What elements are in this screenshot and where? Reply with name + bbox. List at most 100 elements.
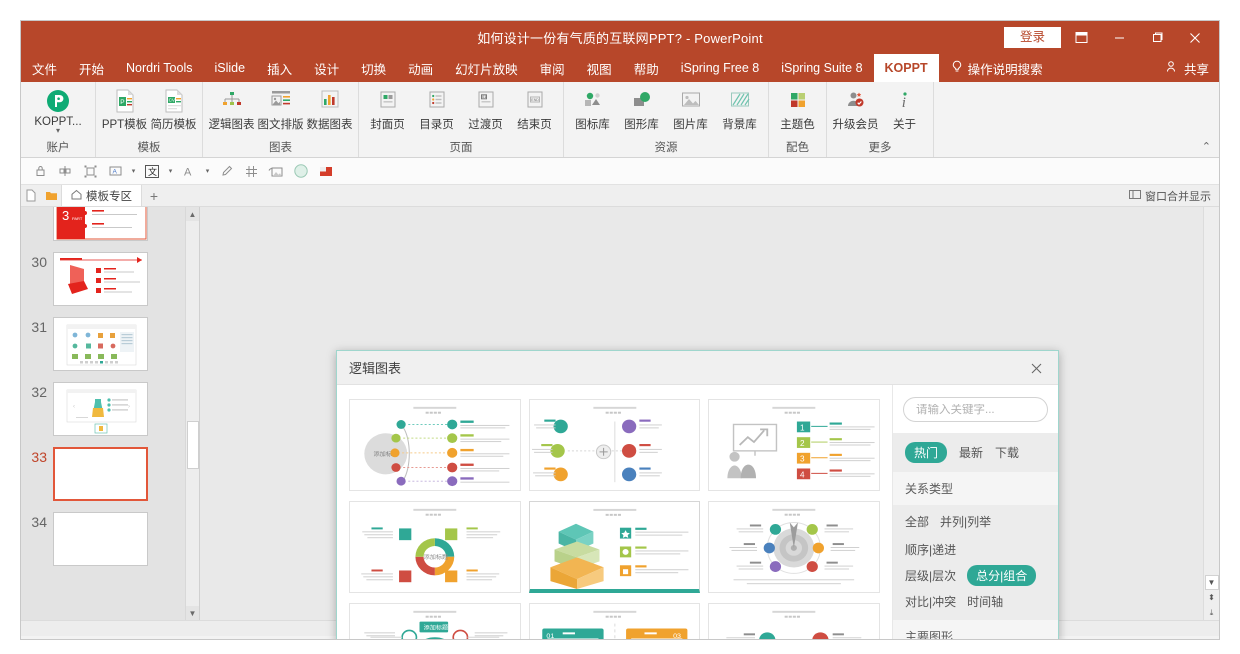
slide-thumbnail[interactable] [53, 317, 148, 371]
lock-icon[interactable] [29, 161, 51, 182]
new-tab-button[interactable]: + [142, 185, 166, 206]
tab-file[interactable]: 文件 [21, 54, 68, 82]
slide-thumbnail-item[interactable]: 32 ‹ › [21, 380, 199, 436]
section-page-button[interactable]: 01 过渡页 [461, 85, 510, 132]
data-chart-button[interactable]: 数据图表 [305, 85, 354, 132]
document-tab-template-zone[interactable]: 模板专区 [61, 185, 142, 206]
picture-library-button[interactable]: 图片库 [666, 85, 715, 132]
tab-ispring-free-8[interactable]: iSpring Free 8 [670, 54, 771, 82]
template-card-branch-nodes[interactable]: 添加标题 [349, 399, 521, 491]
color-fill-icon[interactable] [315, 161, 337, 182]
logic-chart-button[interactable]: 逻辑图表 [207, 85, 256, 132]
close-icon[interactable] [1022, 351, 1050, 385]
slide-thumbnail-item[interactable]: 3 PART [21, 207, 199, 241]
share-button[interactable]: 共享 [1166, 54, 1209, 82]
tab-help[interactable]: 帮助 [623, 54, 670, 82]
previous-slide-icon[interactable]: ⬍ [1205, 590, 1219, 605]
template-card-four-quadrant[interactable]: 01 03 02 [528, 603, 701, 639]
scroll-down-icon[interactable]: ▼ [1204, 575, 1219, 590]
tab-view[interactable]: 视图 [576, 54, 623, 82]
maximize-icon[interactable] [1139, 23, 1175, 53]
tab-design[interactable]: 设计 [303, 54, 350, 82]
sort-chip-downloads[interactable]: 下载 [995, 444, 1019, 461]
slide-thumbnail-pane[interactable]: 3 PART 30 31 32 ‹ › 33 34 ▲ ▼ [21, 207, 200, 620]
font-size-icon[interactable]: A [178, 161, 200, 182]
filter-chip-parallel-list[interactable]: 并列|列举 [940, 513, 991, 530]
template-card-monitor-circles[interactable] [708, 603, 880, 639]
template-card-globe-hexes[interactable]: 添加标题 [349, 603, 521, 639]
template-card-stacked-blocks-selected[interactable] [528, 501, 701, 593]
filter-chip-all[interactable]: 全部 [905, 513, 929, 530]
tab-transitions[interactable]: 切换 [350, 54, 397, 82]
tab-koppt[interactable]: KOPPT [873, 54, 939, 82]
tab-ispring-suite-8[interactable]: iSpring Suite 8 [770, 54, 873, 82]
search-box[interactable] [903, 397, 1058, 422]
crop-selection-icon[interactable] [79, 161, 101, 182]
minimize-icon[interactable] [1101, 23, 1137, 53]
icon-library-button[interactable]: 图标库 [568, 85, 617, 132]
thumbnail-scrollbar[interactable]: ▲ ▼ [185, 207, 199, 620]
font-change-icon[interactable]: 文 [141, 161, 163, 182]
tab-slideshow[interactable]: 幻灯片放映 [444, 54, 529, 82]
filter-chip-sequence-progression[interactable]: 顺序|递进 [905, 541, 956, 558]
template-card-two-column-circles[interactable] [528, 399, 701, 491]
slide-thumbnail[interactable] [53, 512, 148, 566]
scrollbar-thumb[interactable] [187, 421, 199, 469]
eyedropper-icon[interactable] [215, 161, 237, 182]
toc-page-button[interactable]: 目录页 [412, 85, 461, 132]
tell-me-search[interactable]: 操作说明搜索 [939, 54, 1055, 82]
cover-page-button[interactable]: 封面页 [363, 85, 412, 132]
template-card-donut-four[interactable]: 添加标题 [349, 501, 521, 593]
align-icon[interactable] [54, 161, 76, 182]
filter-chip-contrast-conflict[interactable]: 对比|冲突 [905, 593, 956, 610]
slide-thumbnail-item[interactable]: 34 [21, 510, 199, 566]
slide-thumbnail-selected[interactable] [53, 447, 148, 501]
template-card-target-circle[interactable] [708, 501, 880, 593]
tab-home[interactable]: 开始 [68, 54, 115, 82]
sort-chip-hot[interactable]: 热门 [905, 442, 948, 463]
image-swap-icon[interactable] [265, 161, 287, 182]
tab-review[interactable]: 审阅 [529, 54, 576, 82]
template-card-presenter-steps[interactable]: 1 2 3 4 [708, 399, 880, 491]
ppt-template-button[interactable]: P PPT模板 [100, 85, 149, 132]
filter-chip-hierarchy[interactable]: 层级|层次 [905, 567, 956, 584]
next-slide-icon[interactable]: ⤓ [1205, 605, 1219, 620]
text-box-icon[interactable]: A [104, 161, 126, 182]
open-folder-icon[interactable] [41, 185, 61, 206]
merge-shapes-icon[interactable] [240, 161, 262, 182]
circle-shape-icon[interactable] [290, 161, 312, 182]
collapse-ribbon-icon[interactable]: ⌃ [1202, 140, 1211, 153]
ribbon-display-options-icon[interactable] [1063, 23, 1099, 53]
chevron-down-icon[interactable]: ▾ [56, 127, 60, 135]
slide-thumbnail[interactable]: 3 PART [53, 207, 148, 241]
resume-template-button[interactable]: CV 简历模板 [149, 85, 198, 132]
slide-thumbnail[interactable] [53, 252, 148, 306]
sort-chip-newest[interactable]: 最新 [959, 444, 983, 461]
slide-scroll-rail[interactable]: ▼ ⬍ ⤓ [1203, 207, 1219, 620]
shape-library-button[interactable]: 图形库 [617, 85, 666, 132]
slide-thumbnail-item[interactable]: 31 [21, 315, 199, 371]
scroll-up-icon[interactable]: ▲ [186, 207, 199, 221]
filter-chip-whole-part-combination[interactable]: 总分|组合 [967, 565, 1037, 586]
tab-islide[interactable]: iSlide [204, 54, 257, 82]
scroll-down-icon[interactable]: ▼ [186, 606, 199, 620]
slide-thumbnail[interactable]: ‹ › [53, 382, 148, 436]
chevron-down-icon[interactable]: ▾ [129, 167, 138, 175]
tab-nordri-tools[interactable]: Nordri Tools [115, 54, 203, 82]
slide-thumbnail-item[interactable]: 30 [21, 250, 199, 306]
theme-color-button[interactable]: 主题色 [773, 85, 822, 132]
new-file-icon[interactable] [21, 185, 41, 206]
search-input[interactable] [916, 403, 1058, 416]
koppt-account-button[interactable]: KOPPT... ▾ [25, 85, 91, 135]
slide-thumbnail-item-current[interactable]: 33 [21, 445, 199, 501]
chevron-down-icon[interactable]: ▾ [166, 167, 175, 175]
tab-animations[interactable]: 动画 [397, 54, 444, 82]
upgrade-member-button[interactable]: 升级会员 [831, 85, 880, 132]
close-icon[interactable] [1177, 23, 1213, 53]
tab-insert[interactable]: 插入 [256, 54, 303, 82]
background-library-button[interactable]: 背景库 [715, 85, 764, 132]
image-text-layout-button[interactable]: 图文排版 [256, 85, 305, 132]
end-page-button[interactable]: END 结束页 [510, 85, 559, 132]
chevron-down-icon[interactable]: ▾ [203, 167, 212, 175]
sign-in-button[interactable]: 登录 [1003, 27, 1061, 48]
